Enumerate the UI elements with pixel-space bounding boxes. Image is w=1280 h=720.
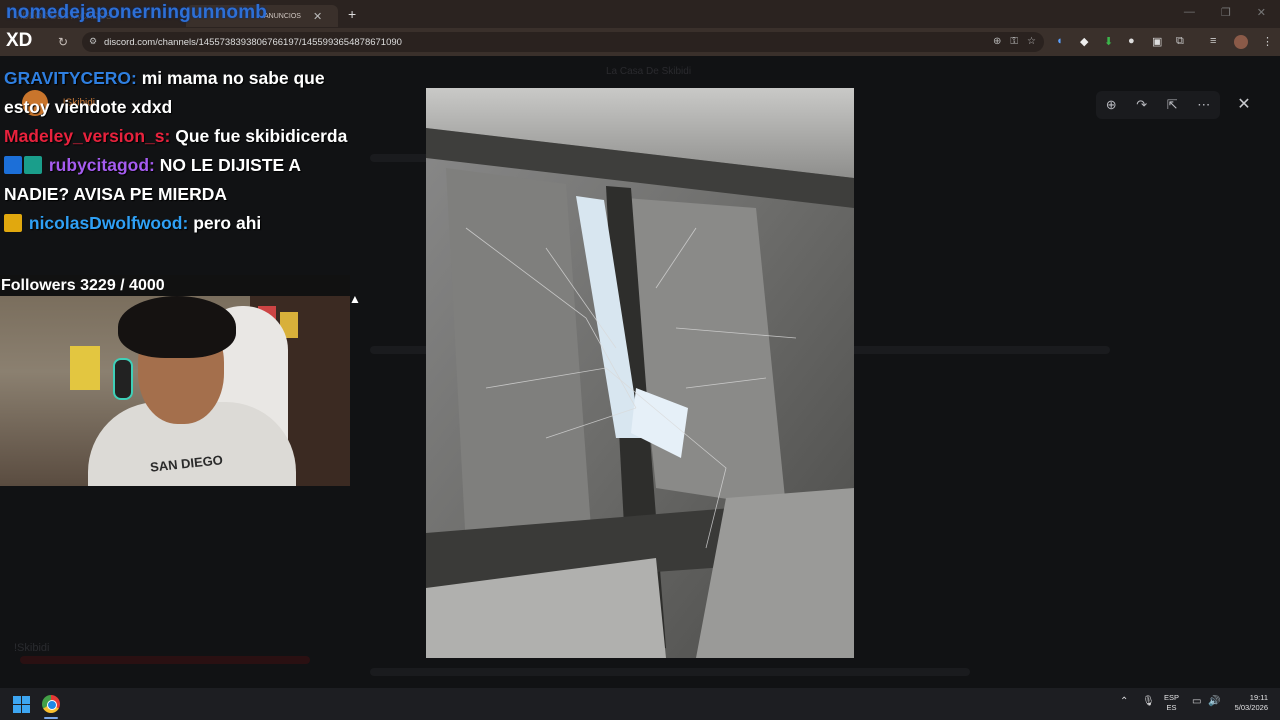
chat-text: pero ahi	[193, 213, 262, 233]
screen: La Casa De Skibidi !Skibidi VIDEOS DESTA…	[0, 0, 1280, 720]
extension-download-icon[interactable]: ⬇	[1104, 35, 1113, 48]
new-tab-button[interactable]: +	[348, 6, 356, 22]
active-app-indicator	[44, 717, 58, 719]
microphone-icon[interactable]: 🎙	[1142, 696, 1155, 707]
clock-date: 5/03/2026	[1234, 703, 1268, 712]
maximize-icon[interactable]: ❐	[1221, 6, 1231, 19]
window-controls: — ❐ ✕	[1184, 6, 1266, 19]
brand-logo: XD	[6, 30, 33, 51]
clock-time: 19:11	[1249, 693, 1268, 702]
streamer-hair	[118, 296, 236, 358]
new-mentions-bar[interactable]	[20, 656, 310, 664]
bits-badge-icon	[24, 156, 42, 174]
password-key-icon[interactable]: ⚿	[1010, 36, 1018, 47]
crown-badge-icon	[4, 214, 22, 232]
extension-chat-icon[interactable]: ▣	[1152, 35, 1162, 48]
tab-label: ANUNCIOS	[264, 12, 301, 20]
stream-overlay-name: nomedejaponerningunnomb	[6, 2, 268, 23]
extension-diamond-icon[interactable]: ◆	[1080, 35, 1088, 48]
chat-message: rubycitagod: NO LE DIJISTE A NADIE? AVIS…	[4, 151, 349, 209]
headset-icon	[113, 358, 133, 400]
more-options-icon[interactable]: ⋯	[1197, 97, 1210, 113]
system-clock[interactable]: 19:11 5/03/2026	[1228, 693, 1268, 713]
wall-poster	[70, 346, 100, 390]
windows-taskbar: ⌃ 🎙 ESP ES ▭ 🔊 19:11 5/03/2026	[0, 688, 1280, 720]
browser-menu-icon[interactable]: ⋮	[1262, 35, 1273, 48]
open-external-icon[interactable]: ⇱	[1167, 97, 1178, 113]
chat-message: GRAVITYCERO: mi mama no sabe que estoy v…	[4, 64, 349, 122]
extension-translate-icon[interactable]: ◖	[1056, 35, 1063, 47]
close-window-icon[interactable]: ✕	[1257, 6, 1266, 19]
followers-goal: Followers 3229 / 4000	[0, 275, 350, 296]
address-bar-actions: ⊕ ⚿ ☆	[993, 36, 1036, 47]
profile-avatar[interactable]	[1234, 35, 1248, 49]
chat-username: rubycitagod:	[48, 155, 155, 175]
extensions-puzzle-icon[interactable]: ⧉	[1176, 35, 1184, 48]
site-info-icon[interactable]: ⚙	[89, 36, 97, 47]
chat-username: nicolasDwolfwood:	[28, 213, 189, 233]
reactions-placeholder	[370, 668, 970, 676]
close-viewer-button[interactable]: ✕	[1230, 91, 1258, 119]
language-code: ESP	[1164, 693, 1180, 702]
forward-icon[interactable]: ↷	[1136, 97, 1147, 113]
address-bar[interactable]: ⚙ discord.com/channels/14557383938067661…	[82, 32, 1044, 52]
mouse-cursor-icon: ▲	[349, 292, 361, 306]
image-viewer[interactable]	[426, 88, 854, 658]
reload-icon[interactable]: ↻	[58, 35, 68, 49]
chat-text: Que fue skibidicerda	[175, 126, 348, 146]
server-title: La Casa De Skibidi	[606, 66, 692, 77]
keyboard-layout: ES	[1166, 703, 1177, 712]
stream-chat-overlay: GRAVITYCERO: mi mama no sabe que estoy v…	[4, 64, 349, 238]
user-panel-name[interactable]: !Skibidi	[14, 642, 49, 654]
cracked-window-photo	[426, 88, 854, 658]
browser-toolbar: XD ↻ ⚙ discord.com/channels/145573839380…	[0, 28, 1280, 56]
image-viewer-toolbar: ⊕ ↷ ⇱ ⋯	[1096, 91, 1220, 119]
close-tab-icon[interactable]: ✕	[313, 10, 322, 23]
webcam-feed: SAN DIEGO	[0, 296, 350, 486]
url-text: discord.com/channels/1455738393806766197…	[104, 36, 402, 48]
subscriber-badge-icon	[4, 156, 22, 174]
zoom-in-icon[interactable]: ⊕	[1106, 97, 1117, 113]
reading-list-icon[interactable]: ≡	[1210, 35, 1216, 47]
chat-message: Madeley_version_s: Que fue skibidicerda	[4, 122, 349, 151]
chat-username: GRAVITYCERO:	[4, 68, 137, 88]
network-icon[interactable]: ▭	[1192, 696, 1201, 707]
tray-overflow-icon[interactable]: ⌃	[1120, 696, 1128, 707]
zoom-icon[interactable]: ⊕	[993, 36, 1001, 47]
volume-icon[interactable]: 🔊	[1208, 696, 1220, 707]
language-indicator[interactable]: ESP ES	[1164, 693, 1179, 713]
chrome-taskbar-icon[interactable]	[42, 695, 60, 713]
chat-username: Madeley_version_s:	[4, 126, 171, 146]
extension-bulb-icon[interactable]: ●	[1128, 35, 1135, 47]
windows-start-icon[interactable]	[13, 696, 30, 713]
chat-message: nicolasDwolfwood: pero ahi	[4, 209, 349, 238]
bookmark-star-icon[interactable]: ☆	[1027, 36, 1036, 47]
minimize-icon[interactable]: —	[1184, 6, 1195, 19]
